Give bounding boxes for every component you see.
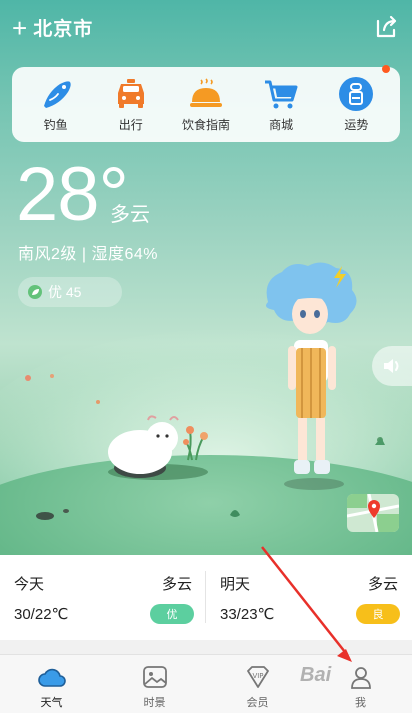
current-condition: 多云 bbox=[110, 204, 150, 226]
two-day-forecast: 今天 多云 30/22℃ 优 明天 多云 33/23℃ 良 bbox=[0, 555, 412, 640]
forecast-day-label: 明天 bbox=[220, 576, 251, 593]
speaker-icon bbox=[384, 359, 399, 373]
fortune-icon bbox=[339, 77, 374, 111]
forecast-today[interactable]: 今天 多云 30/22℃ 优 bbox=[0, 555, 206, 640]
photo-icon bbox=[142, 666, 167, 688]
quick-mall[interactable]: 商城 bbox=[247, 65, 390, 133]
add-city-icon[interactable]: + bbox=[12, 15, 27, 41]
quick-fortune[interactable]: 运势 bbox=[322, 76, 390, 133]
forecast-tomorrow[interactable]: 明天 多云 33/23℃ 良 bbox=[206, 555, 412, 640]
bottom-tab-bar: 天气 时景 VIP 会员 我 bbox=[0, 654, 412, 713]
quick-services-bar: 钓鱼 出行 饮食指南 商城 运势 bbox=[12, 65, 400, 142]
quick-fishing[interactable]: 钓鱼 bbox=[22, 76, 90, 133]
taxi-icon bbox=[117, 79, 144, 108]
air-quality-value: 优 45 bbox=[48, 284, 82, 300]
forecast-condition: 多云 bbox=[161, 576, 192, 593]
user-icon bbox=[350, 667, 371, 689]
sound-button[interactable] bbox=[372, 346, 412, 386]
svg-text:VIP: VIP bbox=[252, 672, 263, 680]
air-quality-badge: 良 bbox=[356, 604, 400, 624]
forecast-temp-range: 33/23℃ bbox=[220, 606, 275, 623]
section-divider bbox=[0, 640, 412, 654]
weather-hero: + 北京市 钓鱼 出行 饮食指南 商城 运势 28° 多云 南风2级 | 湿度6… bbox=[0, 0, 412, 555]
city-name[interactable]: 北京市 bbox=[33, 14, 93, 41]
cloud-icon bbox=[37, 668, 66, 687]
tab-membership[interactable]: VIP 会员 bbox=[206, 655, 309, 713]
fish-icon bbox=[43, 81, 71, 108]
tab-scenes[interactable]: 时景 bbox=[103, 655, 206, 713]
wind-humidity: 南风2级 | 湿度64% bbox=[18, 246, 158, 263]
forecast-condition: 多云 bbox=[367, 576, 398, 593]
shopping-cart-icon bbox=[265, 80, 298, 109]
avatar-character[interactable] bbox=[258, 262, 370, 492]
share-icon[interactable] bbox=[374, 14, 400, 40]
location-header[interactable]: + 北京市 bbox=[12, 14, 93, 41]
air-quality-pill[interactable]: 优 45 bbox=[18, 277, 122, 307]
quick-food-guide[interactable]: 饮食指南 bbox=[172, 76, 240, 133]
vip-icon: VIP bbox=[246, 666, 269, 688]
pet-illustration bbox=[108, 415, 208, 480]
air-quality-badge: 优 bbox=[150, 604, 194, 624]
watermark: Bai bbox=[300, 664, 332, 686]
leaf-icon bbox=[28, 285, 42, 299]
quick-travel[interactable]: 出行 bbox=[97, 76, 165, 133]
food-cloche-icon bbox=[189, 78, 222, 107]
forecast-day-label: 今天 bbox=[14, 576, 45, 593]
notification-dot bbox=[382, 65, 390, 73]
forecast-temp-range: 30/22℃ bbox=[14, 606, 69, 623]
tab-weather[interactable]: 天气 bbox=[0, 655, 103, 713]
map-icon[interactable] bbox=[347, 494, 399, 532]
